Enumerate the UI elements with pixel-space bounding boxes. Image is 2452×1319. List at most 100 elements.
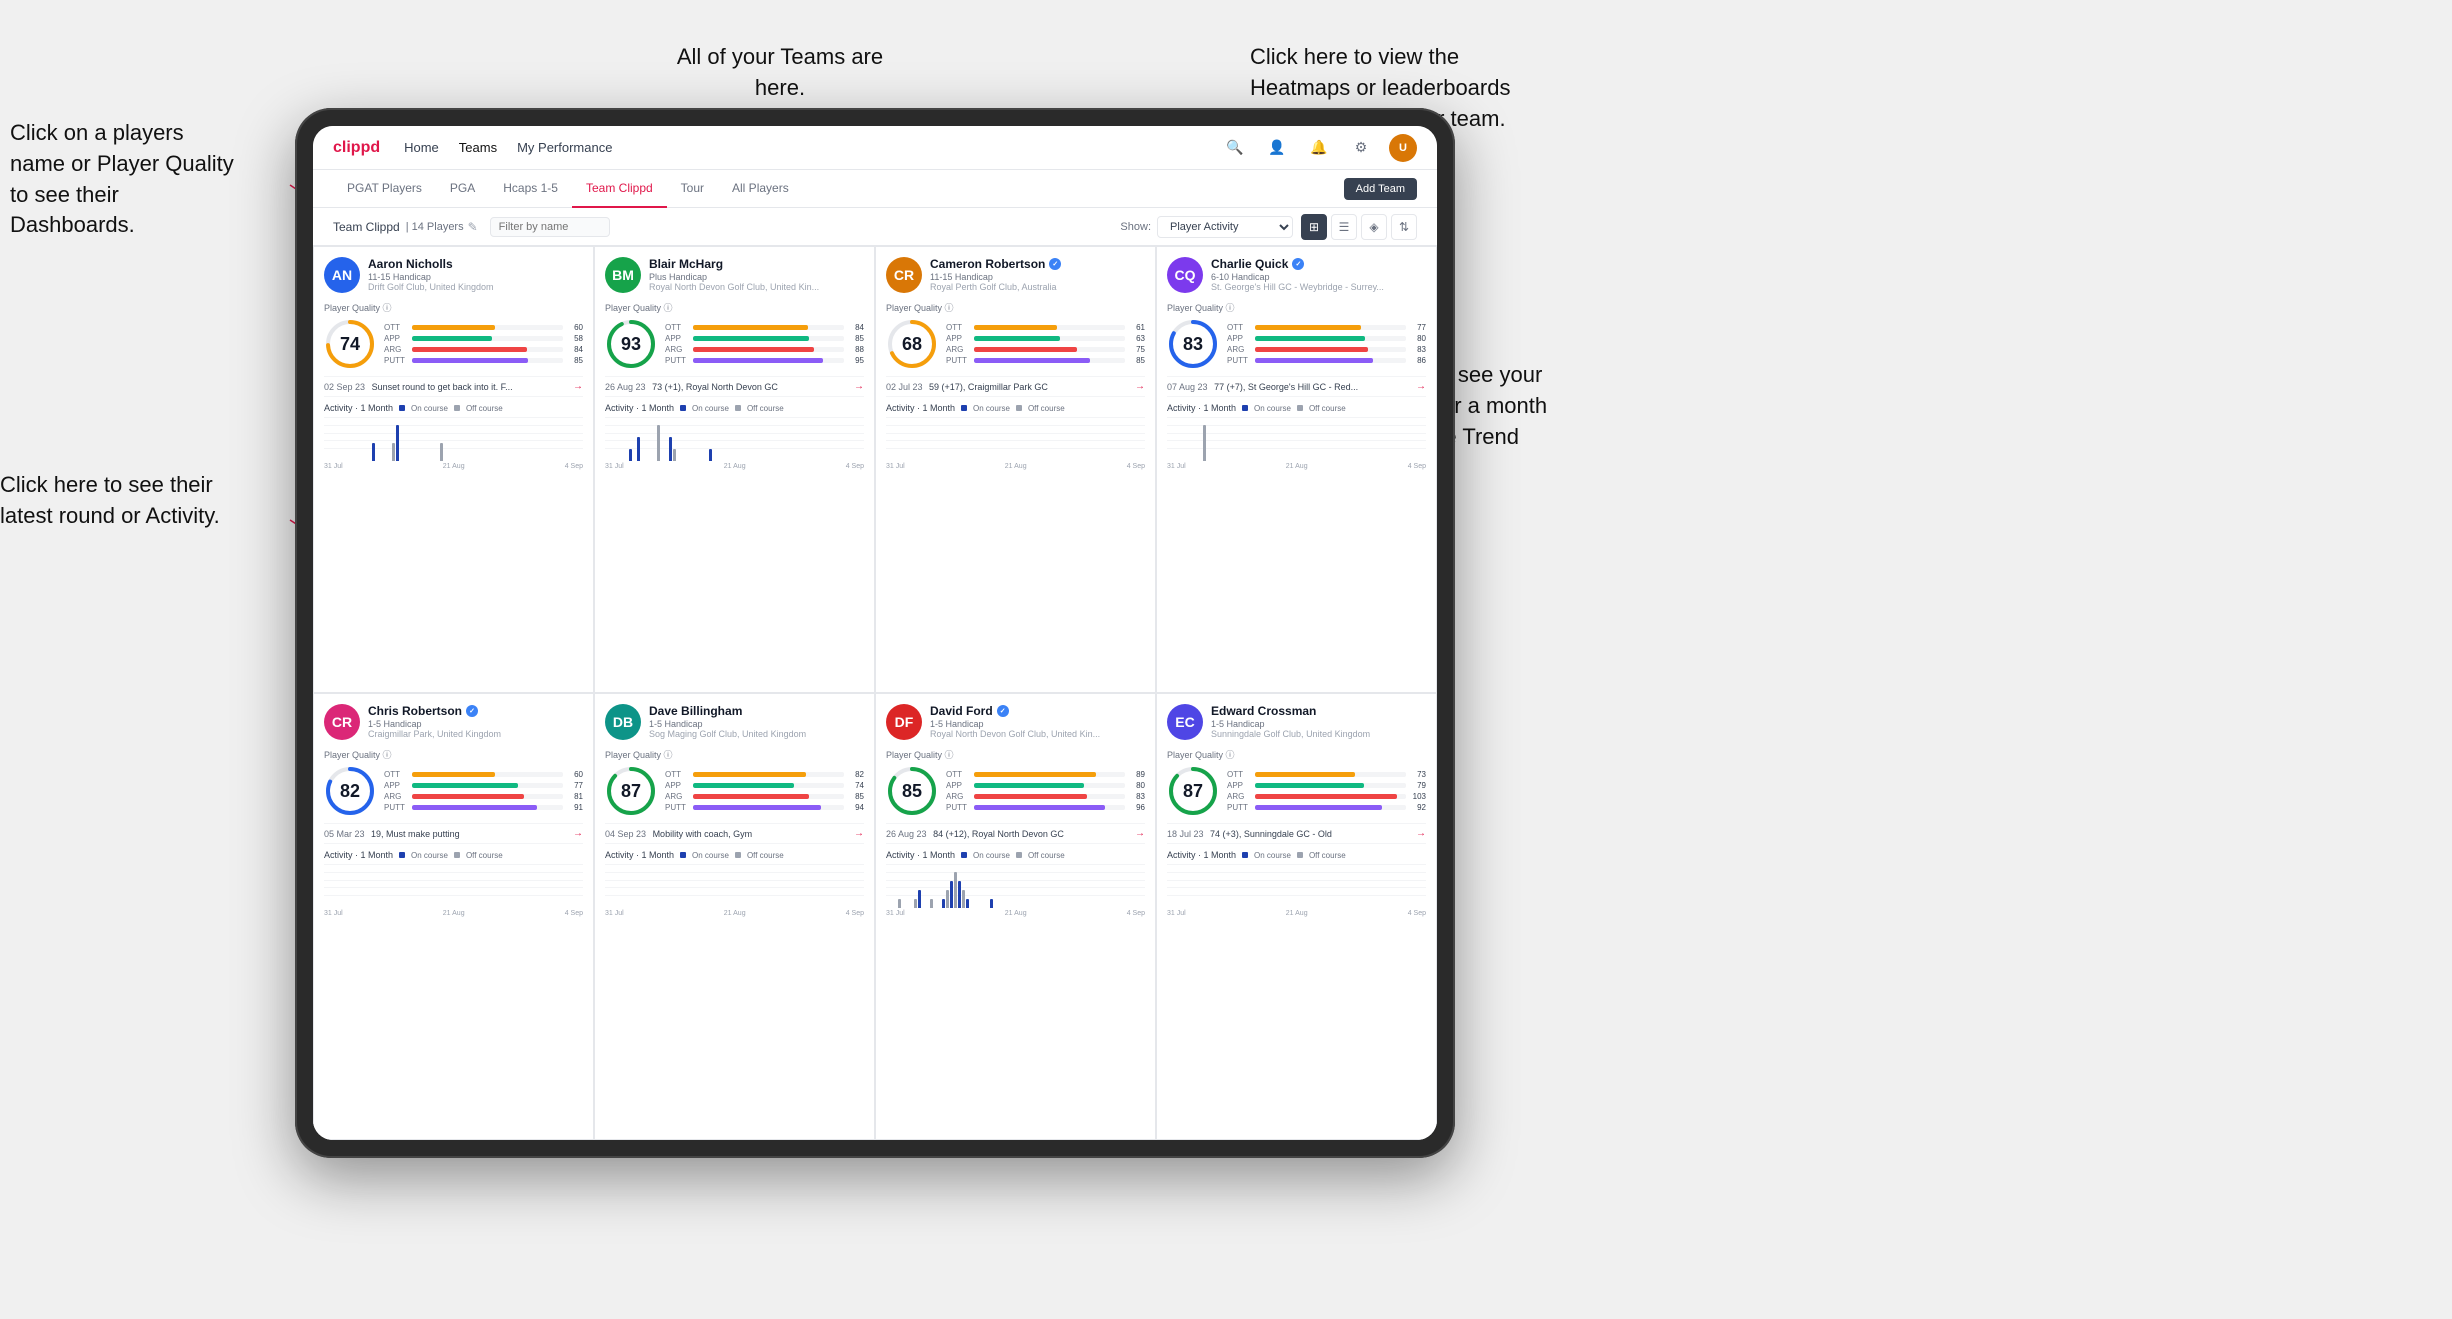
bell-icon[interactable]: 🔔: [1305, 134, 1333, 162]
stat-ott: OTT 84: [665, 323, 864, 332]
player-info: Edward Crossman 1-5 Handicap Sunningdale…: [1211, 704, 1426, 739]
add-team-button[interactable]: Add Team: [1344, 178, 1417, 200]
avatar[interactable]: U: [1389, 134, 1417, 162]
player-name[interactable]: Blair McHarg: [649, 257, 864, 271]
recent-round[interactable]: 18 Jul 23 74 (+3), Sunningdale GC - Old …: [1167, 823, 1426, 844]
player-card[interactable]: DF David Ford ✓ 1-5 Handicap Royal North…: [875, 693, 1156, 1140]
sub-tab-pga[interactable]: PGA: [436, 170, 489, 208]
stat-ott: OTT 61: [946, 323, 1145, 332]
quality-circle[interactable]: 68: [886, 318, 938, 370]
activity-legend: On course Off course: [1242, 404, 1346, 413]
stat-bar-arg: [974, 347, 1125, 352]
player-info: Charlie Quick ✓ 6-10 Handicap St. George…: [1211, 257, 1426, 292]
recent-round[interactable]: 02 Sep 23 Sunset round to get back into …: [324, 376, 583, 397]
quality-circle[interactable]: 93: [605, 318, 657, 370]
quality-circle[interactable]: 87: [1167, 765, 1219, 817]
stat-ott: OTT 60: [384, 770, 583, 779]
stat-app: APP 80: [1227, 334, 1426, 343]
player-name[interactable]: Cameron Robertson ✓: [930, 257, 1145, 271]
stat-bar-putt: [693, 358, 844, 363]
quality-circle[interactable]: 82: [324, 765, 376, 817]
settings-icon[interactable]: ⚙: [1347, 134, 1375, 162]
recent-round[interactable]: 26 Aug 23 73 (+1), Royal North Devon GC …: [605, 376, 864, 397]
stat-value-arg: 88: [848, 345, 864, 354]
chart-labels: 31 Jul 21 Aug 4 Sep: [886, 910, 1145, 917]
stat-label-arg: ARG: [665, 792, 689, 801]
sub-tab-all-players[interactable]: All Players: [718, 170, 803, 208]
off-course-legend-dot: [1297, 405, 1303, 411]
activity-section: Activity · 1 Month On course Off course: [324, 403, 583, 467]
stat-bar-putt: [412, 358, 563, 363]
nav-item-home[interactable]: Home: [404, 136, 439, 159]
player-card[interactable]: EC Edward Crossman 1-5 Handicap Sunningd…: [1156, 693, 1437, 1140]
stat-putt: PUTT 96: [946, 803, 1145, 812]
search-icon[interactable]: 🔍: [1221, 134, 1249, 162]
recent-round[interactable]: 04 Sep 23 Mobility with coach, Gym →: [605, 823, 864, 844]
sort-button[interactable]: ⇅: [1391, 214, 1417, 240]
player-handicap: 11-15 Handicap: [930, 272, 1145, 282]
player-card[interactable]: AN Aaron Nicholls 11-15 Handicap Drift G…: [313, 246, 594, 693]
quality-circle[interactable]: 83: [1167, 318, 1219, 370]
list-view-button[interactable]: ☰: [1331, 214, 1357, 240]
stat-bar-app: [693, 783, 844, 788]
grid-view-button[interactable]: ⊞: [1301, 214, 1327, 240]
recent-round[interactable]: 07 Aug 23 77 (+7), St George's Hill GC -…: [1167, 376, 1426, 397]
player-name[interactable]: Edward Crossman: [1211, 704, 1426, 718]
player-card[interactable]: BM Blair McHarg Plus Handicap Royal Nort…: [594, 246, 875, 693]
nav-logo: clippd: [333, 139, 380, 157]
quality-label: Player Quality ⓘ: [1167, 301, 1426, 314]
player-card[interactable]: CR Cameron Robertson ✓ 11-15 Handicap Ro…: [875, 246, 1156, 693]
nav-item-myperformance[interactable]: My Performance: [517, 136, 612, 159]
annotation-click-round: Click here to see their latest round or …: [0, 470, 250, 532]
search-input[interactable]: [490, 217, 610, 237]
recent-round[interactable]: 05 Mar 23 19, Must make putting →: [324, 823, 583, 844]
sub-tab-pgat[interactable]: PGAT Players: [333, 170, 436, 208]
stat-value-putt: 92: [1410, 803, 1426, 812]
quality-label: Player Quality ⓘ: [605, 301, 864, 314]
player-name[interactable]: Aaron Nicholls: [368, 257, 583, 271]
stat-label-app: APP: [946, 781, 970, 790]
heatmap-view-button[interactable]: ◈: [1361, 214, 1387, 240]
nav-item-teams[interactable]: Teams: [459, 136, 497, 159]
off-course-legend-label: Off course: [1309, 404, 1346, 413]
stat-label-putt: PUTT: [946, 803, 970, 812]
stat-ott: OTT 60: [384, 323, 583, 332]
recent-round[interactable]: 26 Aug 23 84 (+12), Royal North Devon GC…: [886, 823, 1145, 844]
chart-label-mid: 21 Aug: [1286, 910, 1308, 917]
player-card[interactable]: CR Chris Robertson ✓ 1-5 Handicap Craigm…: [313, 693, 594, 1140]
stat-bar-putt: [974, 358, 1125, 363]
edit-icon[interactable]: ✎: [468, 220, 478, 234]
activity-section: Activity · 1 Month On course Off course: [605, 403, 864, 467]
top-nav: clippd Home Teams My Performance 🔍 👤 🔔 ⚙…: [313, 126, 1437, 170]
player-card[interactable]: DB Dave Billingham 1-5 Handicap Sog Magi…: [594, 693, 875, 1140]
sub-tab-hcaps[interactable]: Hcaps 1-5: [489, 170, 572, 208]
quality-circle[interactable]: 74: [324, 318, 376, 370]
stat-app: APP 79: [1227, 781, 1426, 790]
stat-bar-arg: [412, 347, 563, 352]
quality-circle[interactable]: 87: [605, 765, 657, 817]
stat-value-ott: 61: [1129, 323, 1145, 332]
stat-label-app: APP: [1227, 781, 1251, 790]
chart-label-mid: 21 Aug: [1005, 910, 1027, 917]
on-course-legend-label: On course: [1254, 851, 1291, 860]
player-name[interactable]: Dave Billingham: [649, 704, 864, 718]
activity-section: Activity · 1 Month On course Off course: [324, 850, 583, 914]
sub-tab-tour[interactable]: Tour: [667, 170, 718, 208]
stat-app: APP 58: [384, 334, 583, 343]
user-icon[interactable]: 👤: [1263, 134, 1291, 162]
round-text: 02 Sep 23 Sunset round to get back into …: [324, 382, 573, 392]
chart-label-end: 4 Sep: [1127, 910, 1145, 917]
round-text: 05 Mar 23 19, Must make putting: [324, 829, 573, 839]
chart-bars: [324, 864, 583, 908]
player-name[interactable]: David Ford ✓: [930, 704, 1145, 718]
activity-title: Activity · 1 Month: [886, 850, 955, 860]
ipad-screen: clippd Home Teams My Performance 🔍 👤 🔔 ⚙…: [313, 126, 1437, 1140]
player-name[interactable]: Charlie Quick ✓: [1211, 257, 1426, 271]
sub-tab-team-clippd[interactable]: Team Clippd: [572, 170, 667, 208]
show-select[interactable]: Player Activity Quality Score Trend: [1157, 216, 1293, 238]
chart-label-mid: 21 Aug: [443, 910, 465, 917]
recent-round[interactable]: 02 Jul 23 59 (+17), Craigmillar Park GC …: [886, 376, 1145, 397]
player-name[interactable]: Chris Robertson ✓: [368, 704, 583, 718]
quality-circle[interactable]: 85: [886, 765, 938, 817]
player-card[interactable]: CQ Charlie Quick ✓ 6-10 Handicap St. Geo…: [1156, 246, 1437, 693]
